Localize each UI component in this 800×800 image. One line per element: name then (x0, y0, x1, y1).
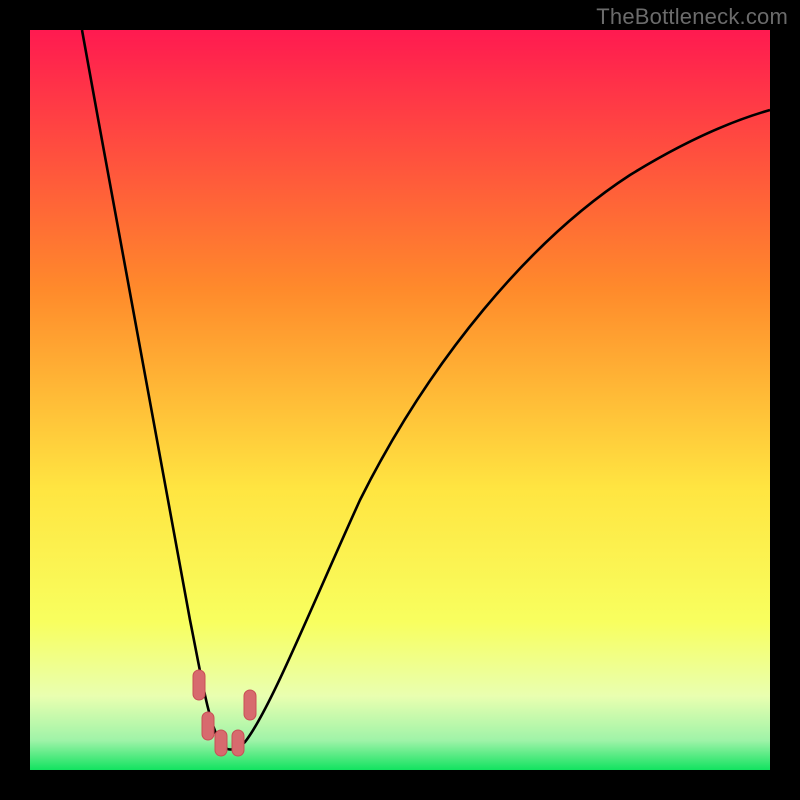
plot-area (30, 30, 770, 770)
watermark-text: TheBottleneck.com (596, 4, 788, 30)
chart-frame: { "watermark": "TheBottleneck.com", "col… (0, 0, 800, 800)
optimal-markers (193, 670, 256, 756)
curve-path (82, 30, 770, 750)
bottleneck-curve (30, 30, 770, 770)
